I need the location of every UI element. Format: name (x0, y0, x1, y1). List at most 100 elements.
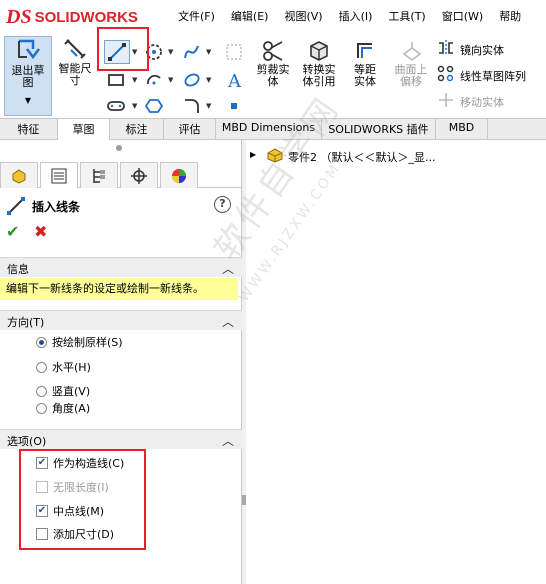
radio-label: 竖直(V) (52, 385, 91, 398)
tab-feature-manager[interactable] (0, 162, 38, 188)
info-section-header[interactable]: 信息 ︿ (0, 257, 242, 277)
direction-section-header[interactable]: 方向(T) ︿ (0, 310, 242, 330)
expand-arrow-icon[interactable]: ▶ (250, 150, 256, 159)
convert-entities-icon (310, 41, 328, 61)
offset-entities-icon (357, 43, 372, 58)
slot-icon[interactable] (104, 94, 128, 118)
ellipse-icon[interactable] (180, 68, 204, 92)
options-section-header[interactable]: 选项(O) ︿ (0, 429, 242, 449)
slot-dropdown-caret[interactable]: ▼ (132, 102, 137, 110)
smart-dimension-icon (64, 39, 86, 59)
cancel-x-icon[interactable]: ✖ (34, 222, 47, 241)
rectangle-dropdown-caret[interactable]: ▼ (132, 76, 137, 84)
rectangle-icon[interactable] (104, 68, 128, 92)
offset-entities-label: 等距实体 (354, 63, 376, 88)
dimxpert-icon (131, 167, 147, 184)
spline-dropdown-caret[interactable]: ▼ (206, 48, 211, 56)
offset-on-surface-label: 曲面上偏移 (394, 63, 428, 88)
smart-dimension-button[interactable]: 智能尺寸 (54, 38, 96, 98)
property-manager-title: 插入线条 (32, 200, 81, 214)
fillet-icon[interactable] (180, 94, 204, 118)
annotation-highlight-line-tool (97, 27, 149, 71)
radio-button[interactable] (36, 385, 47, 397)
tab-display-manager[interactable] (160, 162, 198, 188)
offset-on-surface-icon (402, 42, 422, 61)
menu-view[interactable]: 视图(V) (276, 6, 330, 26)
menu-help[interactable]: 帮助 (491, 6, 529, 26)
feature-manager-icon (12, 168, 26, 184)
menu-bar: 文件(F) 编辑(E) 视图(V) 插入(I) 工具(T) 窗口(W) 帮助 (170, 6, 529, 26)
mirror-entities-label[interactable]: 镜向实体 (460, 42, 504, 58)
convert-entities-label: 转换实体引用 (302, 63, 336, 88)
manager-tabs (0, 160, 242, 188)
svg-text:A: A (227, 71, 242, 90)
polygon-icon[interactable] (142, 94, 166, 118)
menu-insert[interactable]: 插入(I) (331, 6, 381, 26)
panel-collapse-handle[interactable] (116, 145, 122, 151)
exit-sketch-icon (18, 39, 40, 60)
tab-evaluate[interactable]: 评估 (164, 119, 216, 140)
tab-sketch[interactable]: 草图 (58, 119, 110, 141)
property-manager-icon (51, 168, 67, 183)
trim-entities-button[interactable]: 剪裁实体 (252, 38, 294, 98)
spline-icon[interactable] (180, 40, 204, 64)
info-message: 编辑下一新线条的设定或绘制一新线条。 (0, 278, 238, 300)
arc-dropdown-caret[interactable]: ▼ (168, 76, 173, 84)
fillet-dropdown-caret[interactable]: ▼ (206, 102, 211, 110)
ok-checkmark-icon[interactable]: ✔ (6, 222, 19, 241)
ds-logo-mark: DS (6, 5, 32, 28)
graphics-area[interactable]: ▶ 零件2 （默认＜＜默认＞_显... (246, 140, 546, 584)
point-icon[interactable] (222, 94, 246, 118)
menu-file[interactable]: 文件(F) (170, 6, 223, 26)
chevron-down-icon: ▼ (24, 96, 32, 105)
radio-label: 角度(A) (52, 402, 91, 415)
offset-on-surface-button[interactable]: 曲面上偏移 (390, 38, 432, 98)
radio-button[interactable] (36, 402, 47, 414)
arc-icon[interactable] (142, 68, 166, 92)
circle-dropdown-caret[interactable]: ▼ (168, 48, 173, 56)
radio-label: 按绘制原样(S) (52, 336, 123, 349)
move-entities-icon[interactable] (436, 90, 456, 110)
title-bar: DS SOLIDWORKS 文件(F) 编辑(E) 视图(V) 插入(I) 工具… (0, 0, 546, 34)
configuration-manager-icon (93, 168, 105, 183)
trim-label: 剪裁实体 (256, 63, 290, 88)
command-manager-ribbon: 退出草图 ▼ 智能尺寸 ▼ ▼ ▼ ▼ ▼ ▼ A ▼ ▼ 剪裁实体 转换实体引… (0, 34, 546, 118)
line-tool-icon (6, 196, 26, 216)
ellipse-dropdown-caret[interactable]: ▼ (206, 76, 211, 84)
smart-dimension-label: 智能尺寸 (58, 62, 92, 87)
radio-vertical[interactable]: 竖直(V) (36, 383, 90, 399)
menu-window[interactable]: 窗口(W) (434, 6, 491, 26)
surface-icon (222, 40, 246, 64)
tab-configuration-manager[interactable] (80, 162, 118, 188)
collapse-up-icon: ︿ (221, 434, 234, 448)
info-header-label: 信息 (7, 263, 29, 276)
logo-text: SOLIDWORKS (34, 8, 138, 26)
offset-entities-button[interactable]: 等距实体 (344, 38, 386, 98)
move-entities-label[interactable]: 移动实体 (460, 94, 504, 110)
tab-mbd[interactable]: MBD (436, 119, 488, 140)
radio-angle[interactable]: 角度(A) (36, 400, 90, 416)
tab-property-manager[interactable] (40, 162, 78, 188)
menu-edit[interactable]: 编辑(E) (223, 6, 277, 26)
collapse-up-icon: ︿ (221, 315, 234, 329)
tab-features[interactable]: 特征 (0, 119, 58, 140)
text-icon[interactable]: A (222, 68, 246, 92)
radio-button[interactable] (36, 361, 47, 373)
menu-tools[interactable]: 工具(T) (380, 6, 433, 26)
mirror-icon[interactable] (436, 38, 456, 58)
radio-horizontal[interactable]: 水平(H) (36, 359, 91, 375)
property-manager-panel: 插入线条 ? ✔ ✖ 信息 ︿ 编辑下一新线条的设定或绘制一新线条。 方向(T)… (0, 140, 242, 584)
radio-button[interactable] (36, 336, 47, 348)
linear-pattern-icon[interactable] (436, 64, 456, 84)
exit-sketch-button[interactable]: 退出草图 ▼ (4, 36, 52, 116)
tab-dimxpert-manager[interactable] (120, 162, 158, 188)
radio-label: 水平(H) (52, 361, 91, 374)
direction-header-label: 方向(T) (7, 316, 45, 329)
exit-sketch-label: 退出草图 (11, 64, 45, 89)
linear-pattern-label[interactable]: 线性草图阵列 (460, 68, 526, 84)
display-manager-icon (172, 168, 186, 183)
options-header-label: 选项(O) (7, 435, 47, 448)
trim-icon (263, 41, 283, 61)
tab-markup[interactable]: 标注 (110, 119, 164, 140)
radio-as-sketched[interactable]: 按绘制原样(S) (36, 334, 123, 350)
